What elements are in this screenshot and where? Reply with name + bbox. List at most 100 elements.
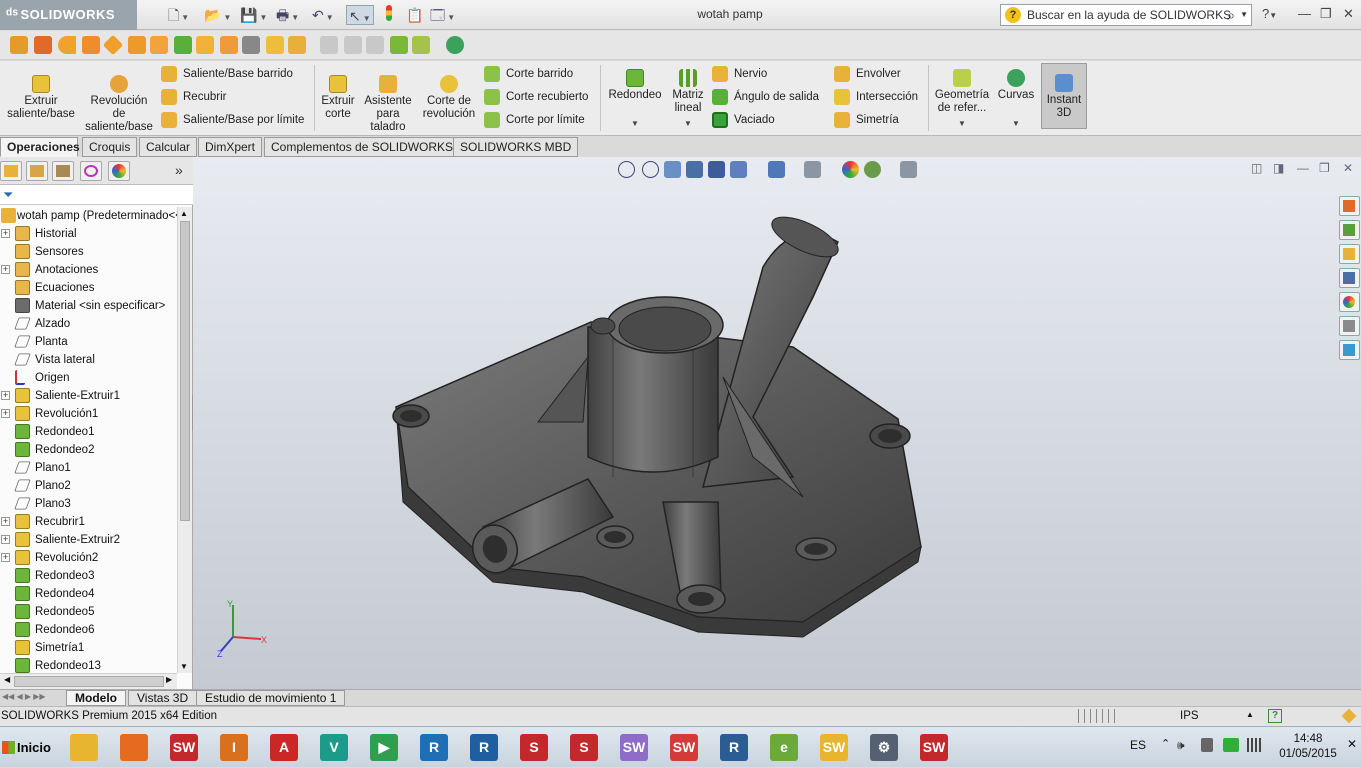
solidworks-explorer-icon[interactable]: SW [665, 731, 703, 764]
tree-root[interactable]: wotah pamp (Predeterminado<< [0, 207, 182, 225]
reference-geometry-button[interactable]: Geometría de refer... [932, 69, 992, 115]
revit-viewer-icon[interactable]: R [715, 731, 753, 764]
appearances-icon[interactable] [1339, 292, 1360, 312]
units-label[interactable]: IPS [1180, 710, 1199, 722]
tree-item[interactable]: Sensores [0, 243, 177, 261]
ref-geometry-dropdown-icon[interactable]: ▼ [958, 119, 966, 128]
save-icon[interactable]: 💾 ▼ [240, 5, 267, 25]
show-desktop-icon[interactable]: ✕ [1347, 737, 1357, 751]
extrude-boss-button[interactable]: Extruir saliente/base [4, 75, 78, 121]
solidworks-plastics-icon[interactable]: SW [615, 731, 653, 764]
device-icon[interactable] [1201, 738, 1213, 752]
ref-point-icon[interactable] [412, 36, 430, 54]
revit-icon[interactable]: R [415, 731, 453, 764]
tree-item[interactable]: + Anotaciones [0, 261, 177, 279]
scroll-up-icon[interactable]: ▲ [180, 209, 188, 218]
curves-dropdown-icon[interactable]: ▼ [1012, 119, 1020, 128]
file-explorer-icon[interactable] [1339, 244, 1360, 264]
autocad-icon[interactable]: A [265, 731, 303, 764]
tab-modelo[interactable]: Modelo [66, 690, 126, 706]
curves-button[interactable]: Curvas [996, 69, 1036, 102]
revolve-boss-button[interactable]: Revolución de saliente/base [84, 75, 154, 134]
swept-cut-button[interactable]: Corte barrido [484, 65, 573, 85]
expand-panel-icon[interactable]: » [175, 162, 183, 178]
restore-button[interactable]: ❐ [1320, 6, 1332, 22]
toolbox-settings-icon[interactable]: ⚙ [865, 731, 903, 764]
expand-icon[interactable]: + [1, 265, 10, 274]
expand-icon[interactable]: + [1, 229, 10, 238]
expand-icon[interactable]: + [1, 391, 10, 400]
tree-item[interactable]: + Revolución1 [0, 405, 177, 423]
tab-calcular[interactable]: Calcular [139, 137, 198, 157]
print-icon[interactable]: 🖶 ▼ [276, 5, 299, 25]
units-dropdown-icon[interactable]: ▲ [1246, 710, 1254, 719]
solidworks-2015-b-icon[interactable]: SW [915, 731, 953, 764]
close-button[interactable]: ✕ [1343, 6, 1354, 22]
tree-item[interactable]: Plano3 [0, 495, 177, 513]
tree-item[interactable]: Redondeo5 [0, 603, 177, 621]
lofted-cut-button[interactable]: Corte recubierto [484, 88, 588, 108]
security-icon[interactable] [1223, 738, 1239, 752]
inventor-pro-icon[interactable]: I [215, 731, 253, 764]
expand-icon[interactable]: + [1, 517, 10, 526]
instant3d-button[interactable]: Instant 3D [1041, 63, 1087, 129]
boundary-boss-button[interactable]: Saliente/Base por límite [161, 111, 304, 131]
display-manager-icon[interactable] [108, 161, 130, 181]
tree-item[interactable]: Vista lateral [0, 351, 177, 369]
expand-icon[interactable]: + [1, 553, 10, 562]
edrawings-icon[interactable]: e [765, 731, 803, 764]
fillet-button[interactable]: Redondeo [604, 69, 666, 102]
surface-tool-icon[interactable] [150, 36, 168, 54]
graphics-area[interactable]: ◫ ◨ — ❐ ✕ Y X Z [193, 157, 1361, 689]
help-menu-icon[interactable]: ?▼ [1262, 6, 1277, 21]
speaker-icon[interactable]: 🕪 [1177, 738, 1185, 753]
tree-item[interactable]: Redondeo2 [0, 441, 177, 459]
tree-item[interactable]: Simetría1 [0, 639, 177, 657]
expand-icon[interactable]: + [1, 535, 10, 544]
tree-horizontal-scrollbar[interactable]: ◀ ▶ [0, 673, 177, 689]
pump-housing-model[interactable] [193, 157, 1361, 689]
solidworks-2015-icon[interactable]: SW [165, 731, 203, 764]
tree-item[interactable]: + Historial [0, 225, 177, 243]
view-palette-icon[interactable] [1339, 268, 1360, 288]
file-properties-icon[interactable]: 📋 [406, 5, 423, 25]
diamond-tool-icon[interactable] [102, 34, 124, 56]
tree-item[interactable]: Redondeo4 [0, 585, 177, 603]
swept-boss-button[interactable]: Saliente/Base barrido [161, 65, 293, 85]
custom-properties-icon[interactable] [1339, 316, 1360, 336]
tree-item[interactable]: Ecuaciones [0, 279, 177, 297]
delete-face-icon[interactable] [242, 36, 260, 54]
hscroll-thumb[interactable] [14, 676, 164, 687]
filter-bar[interactable]: ⏷ [0, 185, 193, 205]
fillet-dropdown-icon[interactable]: ▼ [631, 119, 639, 128]
forum-icon[interactable] [1339, 340, 1360, 360]
feature-tree-icon[interactable] [0, 161, 22, 181]
solidworks-logo[interactable]: ᵈˢ SOLIDWORKS [0, 0, 137, 30]
configuration-manager-icon[interactable] [52, 161, 74, 181]
tree-item[interactable]: + Recubrir1 [0, 513, 177, 531]
scroll-right-icon[interactable]: ▶ [166, 675, 172, 684]
network-icon[interactable] [1247, 738, 1263, 752]
boundary-cut-button[interactable]: Corte por límite [484, 111, 585, 131]
dimxpert-manager-icon[interactable] [80, 161, 102, 181]
select-pointer-icon[interactable]: ↖ ▼ [346, 5, 374, 25]
new-document-icon[interactable]: 🗋 ▼ [168, 5, 189, 25]
draft-button[interactable]: Ángulo de salida [712, 88, 819, 108]
language-indicator[interactable]: ES [1130, 738, 1146, 752]
tree-item[interactable]: Redondeo3 [0, 567, 177, 585]
chevron-down-icon[interactable]: ▼ [1240, 5, 1248, 25]
box-tool-icon[interactable] [266, 36, 284, 54]
arrow-down-tool-icon[interactable] [82, 36, 100, 54]
scroll-down-icon[interactable]: ▼ [180, 662, 188, 671]
explorer-icon[interactable] [65, 731, 103, 764]
mirror-button[interactable]: Simetría [834, 111, 899, 131]
clock-date[interactable]: 01/05/2015 [1275, 748, 1341, 760]
tab-croquis[interactable]: Croquis [82, 137, 138, 157]
autodesk-green-icon[interactable]: ▶ [365, 731, 403, 764]
fastener-tool-icon[interactable] [288, 36, 306, 54]
tree-item[interactable]: + Saliente-Extruir2 [0, 531, 177, 549]
rib-button[interactable]: Nervio [712, 65, 767, 85]
clock-time[interactable]: 14:48 [1279, 733, 1337, 745]
tree-item[interactable]: Redondeo1 [0, 423, 177, 441]
solidworks-resources-icon[interactable] [1339, 196, 1360, 216]
